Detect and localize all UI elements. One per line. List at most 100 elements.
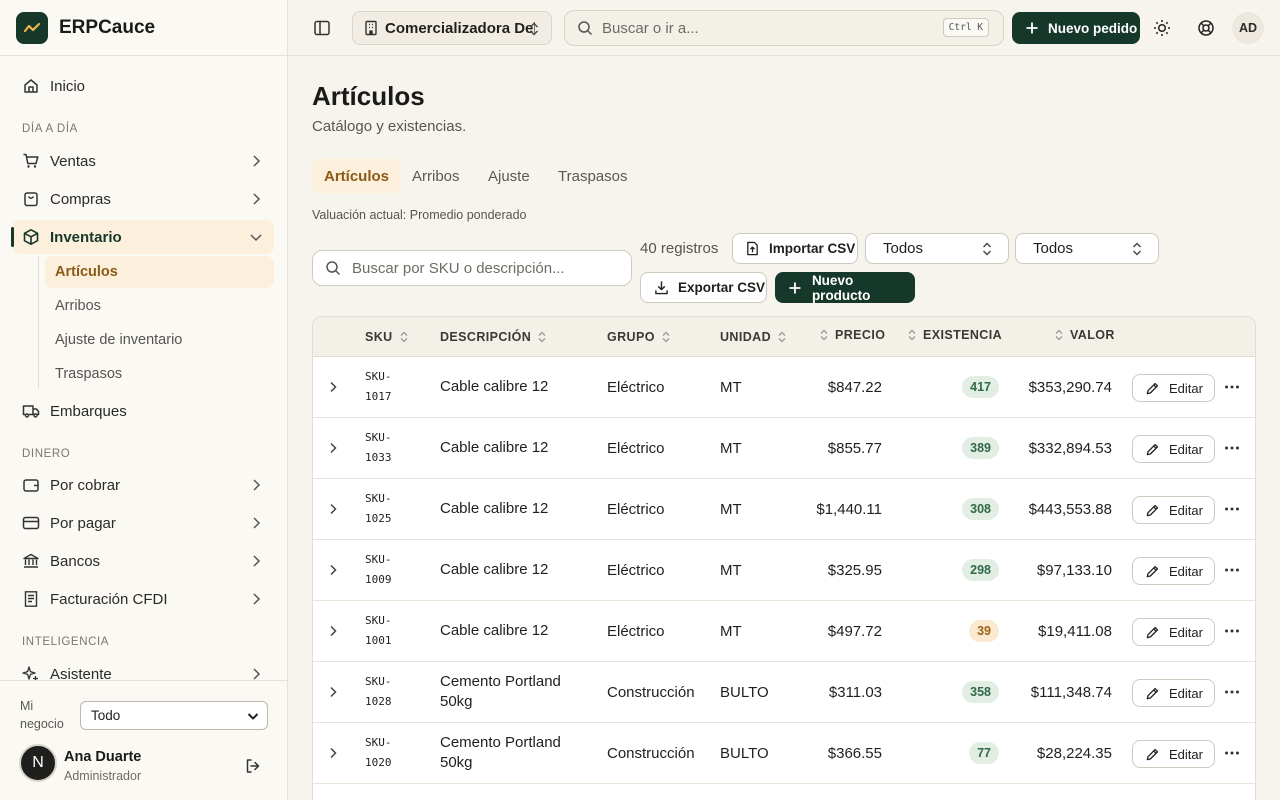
- sub-item-traspasos[interactable]: Traspasos: [45, 358, 274, 390]
- nav-item-ventas[interactable]: Ventas: [12, 144, 274, 178]
- chevron-right-icon: [253, 593, 261, 605]
- chevron-right-icon[interactable]: [326, 502, 340, 516]
- nav-item-embarques[interactable]: Embarques: [12, 394, 274, 428]
- submenu-line: [38, 256, 39, 388]
- cell-value: $443,553.88: [1028, 500, 1112, 518]
- edit-button[interactable]: Editar: [1132, 740, 1215, 768]
- chevron-right-icon[interactable]: [326, 563, 340, 577]
- edit-button[interactable]: Editar: [1132, 679, 1215, 707]
- more-icon[interactable]: [1224, 567, 1240, 573]
- column-label: GRUPO: [607, 330, 655, 344]
- column-header-sku[interactable]: SKU: [365, 317, 409, 357]
- main-content: Artículos Catálogo y existencias. Artícu…: [288, 57, 1280, 800]
- sub-item-articulos[interactable]: Artículos: [45, 256, 274, 288]
- tab-articulos[interactable]: Artículos: [312, 159, 402, 193]
- nav-label: Por cobrar: [50, 476, 121, 494]
- sub-item-ajuste[interactable]: Ajuste de inventario: [45, 324, 274, 356]
- tab-arribos[interactable]: Arribos: [400, 159, 472, 193]
- import-csv-button[interactable]: Importar CSV: [732, 233, 858, 264]
- wallet-icon: [22, 476, 40, 494]
- new-order-button[interactable]: Nuevo pedido: [1012, 12, 1140, 44]
- nav-item-inventario[interactable]: Inventario: [11, 220, 274, 254]
- filter-select-1[interactable]: Todos: [865, 233, 1009, 264]
- credit-card-icon: [22, 514, 40, 532]
- chevron-right-icon[interactable]: [326, 624, 340, 638]
- edit-label: Editar: [1169, 746, 1203, 762]
- avatar[interactable]: N: [19, 744, 57, 782]
- section-title: INTELIGENCIA: [22, 636, 110, 648]
- edit-button[interactable]: Editar: [1132, 374, 1215, 402]
- more-icon[interactable]: [1224, 445, 1240, 451]
- chevron-right-icon: [253, 517, 261, 529]
- table-row: SKU- 1017 Cable calibre 12 Eléctrico MT …: [313, 357, 1255, 418]
- sun-icon[interactable]: [1152, 18, 1172, 38]
- more-icon[interactable]: [1224, 384, 1240, 390]
- table-row: SKU- 1001 Cable calibre 12 Eléctrico MT …: [313, 601, 1255, 662]
- chevron-right-icon: [253, 193, 261, 205]
- chevron-right-icon[interactable]: [326, 380, 340, 394]
- company-switcher[interactable]: Comercializadora Del Norte: [352, 11, 552, 45]
- pencil-icon: [1146, 504, 1159, 516]
- filter-select-2[interactable]: Todos: [1015, 233, 1159, 264]
- nav-item-inicio[interactable]: Inicio: [12, 69, 274, 103]
- global-search-input[interactable]: Buscar o ir a... Ctrl K: [564, 10, 1004, 46]
- tab-traspasos[interactable]: Traspasos: [546, 159, 639, 193]
- nav-item-facturacion[interactable]: Facturación CFDI: [12, 582, 274, 616]
- edit-button[interactable]: Editar: [1132, 496, 1215, 524]
- cell-unit: MT: [720, 439, 742, 457]
- more-icon[interactable]: [1224, 506, 1240, 512]
- user-avatar[interactable]: AD: [1232, 12, 1264, 44]
- cell-description: Cable calibre 12: [440, 500, 549, 517]
- sub-item-arribos[interactable]: Arribos: [45, 290, 274, 322]
- column-label: VALOR: [1070, 328, 1115, 342]
- sort-icon: [907, 329, 917, 341]
- cell-unit: MT: [720, 622, 742, 640]
- valuation-note: Valuación actual: Promedio ponderado: [312, 208, 527, 222]
- edit-button[interactable]: Editar: [1132, 557, 1215, 585]
- table-row: SKU- 1028 Cemento Portland 50kg Construc…: [313, 662, 1255, 723]
- chevron-right-icon[interactable]: [326, 685, 340, 699]
- edit-button[interactable]: Editar: [1132, 435, 1215, 463]
- cell-sku: SKU- 1033: [365, 431, 392, 464]
- export-csv-button[interactable]: Exportar CSV: [640, 272, 767, 303]
- pencil-icon: [1146, 443, 1159, 455]
- sidebar-footer: Mi negocio Todo N Ana Duarte Administrad…: [0, 680, 287, 800]
- cell-unit: MT: [720, 561, 742, 579]
- column-label: UNIDAD: [720, 330, 772, 344]
- logout-icon[interactable]: [244, 757, 262, 775]
- column-header-grupo[interactable]: GRUPO: [607, 317, 671, 357]
- new-product-button[interactable]: Nuevo producto: [775, 272, 915, 303]
- chevron-right-icon[interactable]: [326, 746, 340, 760]
- column-header-unidad[interactable]: UNIDAD: [720, 317, 787, 357]
- global-search-placeholder: Buscar o ir a...: [602, 19, 699, 37]
- column-header-precio[interactable]: PRECIO: [819, 317, 885, 355]
- sort-icon: [399, 331, 409, 343]
- nav-item-compras[interactable]: Compras: [12, 182, 274, 216]
- sidebar-toggle-icon[interactable]: [312, 18, 332, 38]
- sku-search-input[interactable]: Buscar por SKU o descripción...: [312, 250, 632, 286]
- chevrons-up-down-icon: [1133, 242, 1141, 256]
- more-icon[interactable]: [1224, 689, 1240, 695]
- nav-label: Inventario: [50, 228, 122, 246]
- edit-button[interactable]: Editar: [1132, 618, 1215, 646]
- cell-price: $311.03: [828, 683, 882, 701]
- nav-item-por-pagar[interactable]: Por pagar: [12, 506, 274, 540]
- column-header-descripcion[interactable]: DESCRIPCIÓN: [440, 317, 547, 357]
- cell-description: Cable calibre 12: [440, 561, 549, 578]
- nav-item-por-cobrar[interactable]: Por cobrar: [12, 468, 274, 502]
- more-icon[interactable]: [1224, 628, 1240, 634]
- app-name: ERPCauce: [59, 16, 156, 38]
- edit-label: Editar: [1169, 380, 1203, 396]
- cell-value: $97,133.10: [1036, 561, 1112, 579]
- nav-item-bancos[interactable]: Bancos: [12, 544, 274, 578]
- nav-item-asistente[interactable]: Asistente: [12, 657, 274, 680]
- business-select[interactable]: Todo: [80, 701, 268, 730]
- tab-ajuste[interactable]: Ajuste: [476, 159, 542, 193]
- help-icon[interactable]: [1196, 18, 1216, 38]
- column-header-valor[interactable]: VALOR: [1054, 317, 1115, 355]
- chevron-right-icon[interactable]: [326, 441, 340, 455]
- pencil-icon: [1146, 748, 1159, 760]
- cell-description: Cemento Portland 50kg: [440, 734, 561, 771]
- column-header-existencia[interactable]: EXISTENCIA: [907, 317, 1002, 355]
- more-icon[interactable]: [1224, 750, 1240, 756]
